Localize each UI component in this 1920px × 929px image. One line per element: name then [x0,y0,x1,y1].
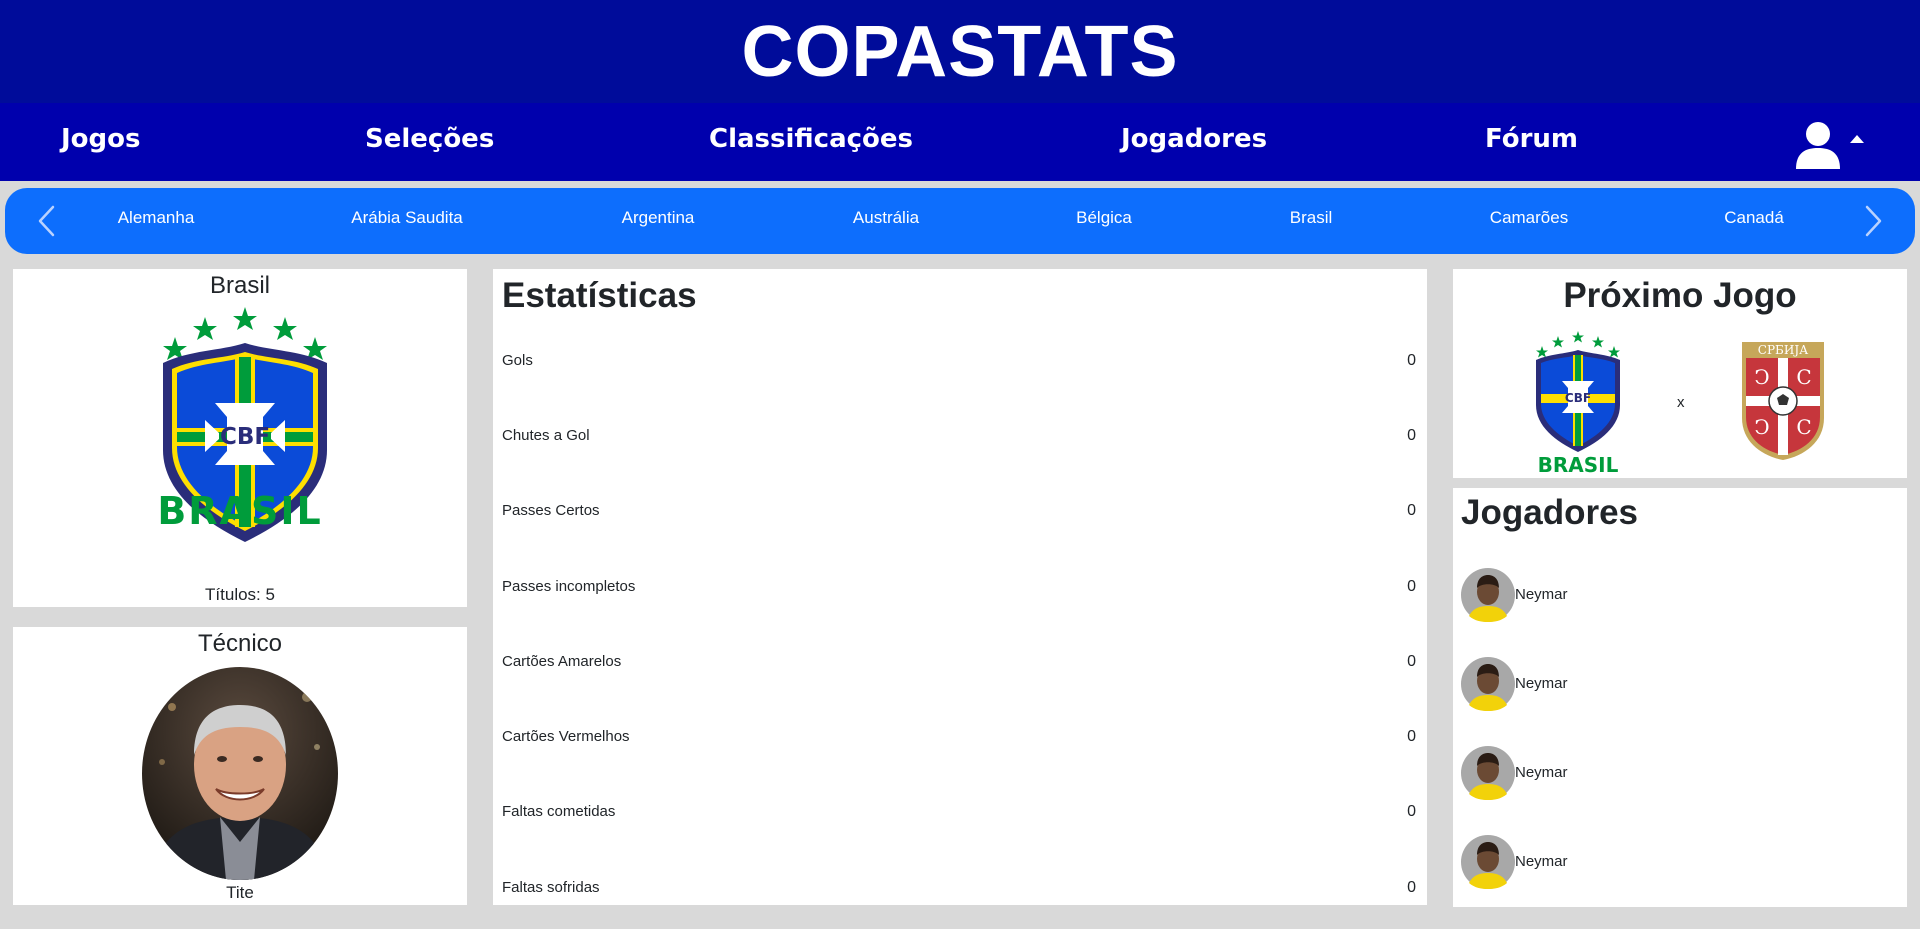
carousel-team-canada[interactable]: Canadá [1724,208,1784,228]
svg-text:CBF: CBF [1565,391,1591,405]
player-avatar [1461,568,1515,622]
serbia-crest-logo[interactable]: СРБИЈА Ͻ С Ͻ С [1740,340,1826,462]
players-title: Jogadores [1461,493,1638,532]
coach-photo [142,667,338,880]
nav-classificacoes[interactable]: Classificações [709,124,913,154]
stat-row: Faltas cometidas 0 [502,803,1416,823]
coach-card-title: Técnico [197,630,283,657]
stat-value: 0 [1407,352,1416,369]
stat-value: 0 [1407,578,1416,595]
stat-row: Passes Certos 0 [502,502,1416,522]
stats-title: Estatísticas [502,276,697,315]
carousel-team-argentina[interactable]: Argentina [622,208,695,228]
stat-label: Faltas sofridas [502,879,600,896]
carousel-team-arabia-saudita[interactable]: Arábia Saudita [351,208,463,228]
site-header: COPASTATS [0,0,1920,103]
chevron-right-icon[interactable] [1855,204,1889,238]
player-item[interactable]: Neymar [1461,657,1761,713]
stat-label: Cartões Amarelos [502,653,622,670]
carousel-team-camaroes[interactable]: Camarões [1490,208,1568,228]
player-item[interactable]: Neymar [1461,568,1761,624]
user-icon [1796,122,1840,169]
stats-card: Estatísticas Gols 0 Chutes a Gol 0 Passe… [493,269,1427,905]
players-card: Jogadores Neymar Neymar Neymar Neymar [1453,488,1907,907]
nav-jogadores[interactable]: Jogadores [1121,124,1267,154]
player-avatar [1461,657,1515,711]
caret-up-icon [1850,135,1864,143]
site-title[interactable]: COPASTATS [742,11,1179,93]
stat-label: Passes Certos [502,502,600,519]
stat-row: Cartões Amarelos 0 [502,653,1416,673]
next-match-title: Próximo Jogo [1563,276,1797,315]
svg-text:Ͻ: Ͻ [1754,415,1769,439]
svg-text:С: С [1796,365,1811,389]
player-item[interactable]: Neymar [1461,835,1761,891]
stat-value: 0 [1407,803,1416,820]
stat-label: Cartões Vermelhos [502,728,630,745]
nav-selecoes[interactable]: Seleções [365,124,494,154]
stat-row: Cartões Vermelhos 0 [502,728,1416,748]
player-name: Neymar [1515,764,1568,781]
coach-name: Tite [226,883,254,902]
stat-row: Chutes a Gol 0 [502,427,1416,447]
main-navbar: Jogos Seleções Classificações Jogadores … [0,103,1920,181]
stat-label: Faltas cometidas [502,803,616,820]
stat-value: 0 [1407,502,1416,519]
carousel-team-brasil[interactable]: Brasil [1290,208,1333,228]
brazil-crest-logo[interactable]: CBF [1533,330,1623,472]
carousel-team-alemanha[interactable]: Alemanha [118,208,195,228]
crest-wordmark: BRASIL [157,489,323,533]
stat-row: Passes incompletos 0 [502,578,1416,598]
svg-text:Ͻ: Ͻ [1754,365,1769,389]
coach-card: Técnico Tite [13,627,467,905]
team-card: Brasil CBF BRASIL Títulos: 5 [13,269,467,607]
stat-row: Gols 0 [502,352,1416,372]
stat-value: 0 [1407,427,1416,444]
stat-label: Gols [502,352,533,369]
svg-text:С: С [1796,415,1811,439]
player-item[interactable]: Neymar [1461,746,1761,802]
stat-row: Faltas sofridas 0 [502,879,1416,899]
user-menu-toggle[interactable] [1793,119,1873,171]
team-titles: Títulos: 5 [205,585,275,604]
stat-label: Chutes a Gol [502,427,590,444]
player-avatar [1461,746,1515,800]
carousel-team-australia[interactable]: Austrália [853,208,919,228]
nav-jogos[interactable]: Jogos [61,124,141,154]
next-match-card: Próximo Jogo CBF BRASIL x СРБИЈА Ͻ С Ͻ С [1453,269,1907,478]
player-name: Neymar [1515,586,1568,603]
stat-value: 0 [1407,879,1416,896]
player-avatar [1461,835,1515,889]
carousel-team-belgica[interactable]: Bélgica [1076,208,1132,228]
home-team-wordmark: BRASIL [1537,453,1619,477]
cbf-crest-logo: CBF [163,307,327,542]
nav-forum[interactable]: Fórum [1485,124,1578,154]
versus-separator: x [1677,394,1685,411]
player-name: Neymar [1515,853,1568,870]
svg-text:СРБИЈА: СРБИЈА [1758,343,1808,357]
stat-value: 0 [1407,653,1416,670]
chevron-left-icon[interactable] [31,204,65,238]
team-name: Brasil [209,272,270,299]
player-name: Neymar [1515,675,1568,692]
teams-carousel: Alemanha Arábia Saudita Argentina Austrá… [5,188,1915,254]
stat-value: 0 [1407,728,1416,745]
svg-text:CBF: CBF [220,424,270,450]
stat-label: Passes incompletos [502,578,636,595]
